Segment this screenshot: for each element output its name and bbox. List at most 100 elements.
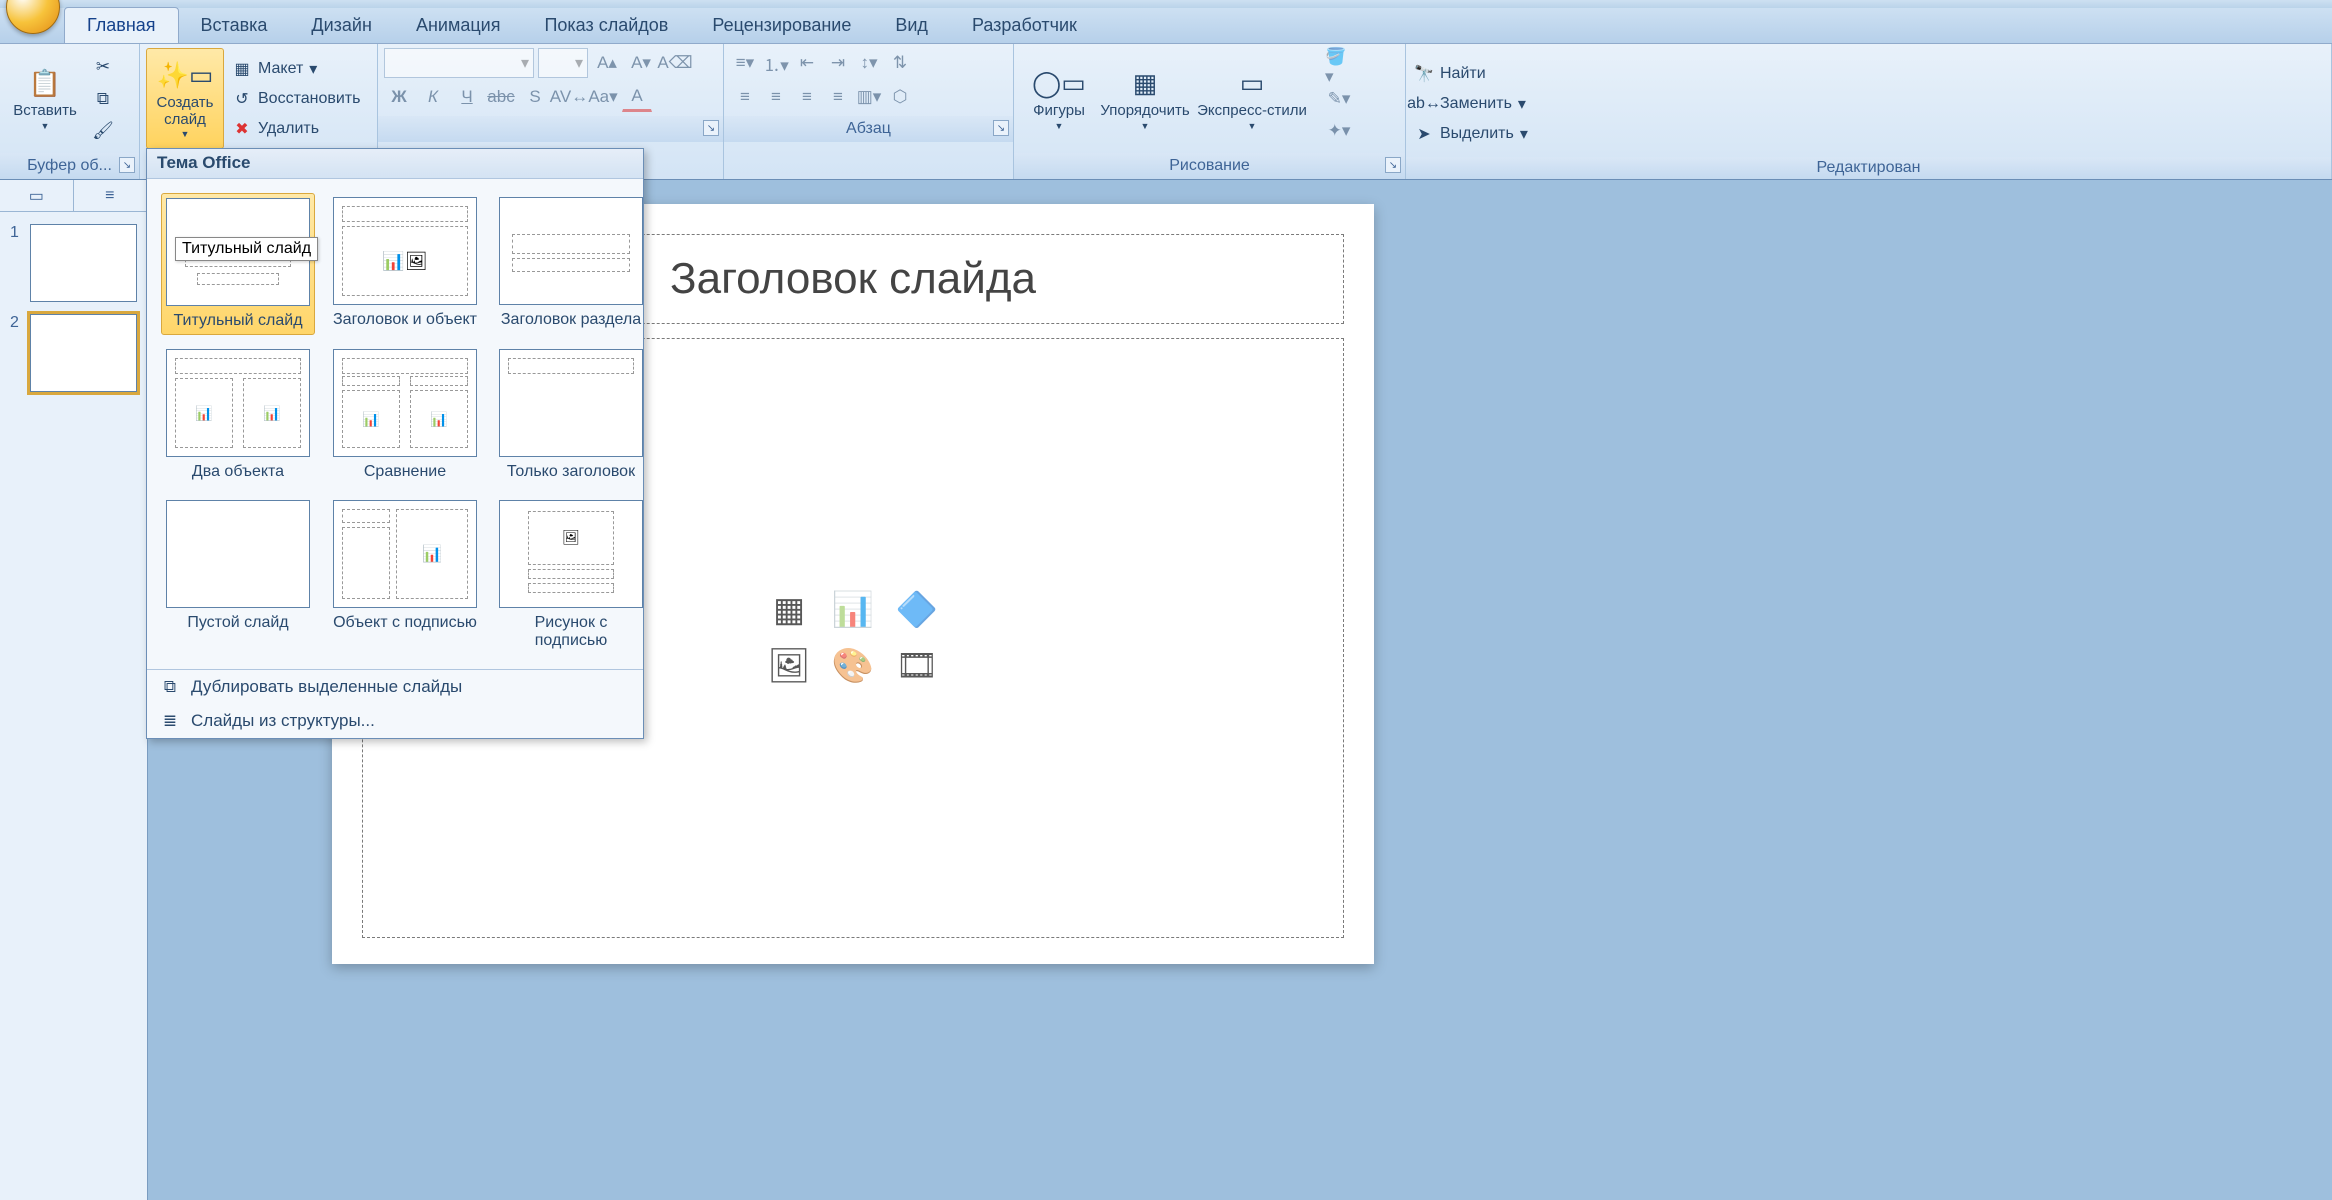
paragraph-launcher[interactable]: ↘ (993, 120, 1009, 136)
smartart-button[interactable]: ⬡ (885, 82, 915, 112)
cursor-icon: ➤ (1414, 124, 1434, 144)
quick-styles-icon: ▭ (1232, 65, 1272, 101)
italic-button[interactable]: К (418, 82, 448, 112)
shapes-icon: ◯▭ (1039, 65, 1079, 101)
shrink-font-button[interactable]: A▾ (626, 48, 656, 78)
shape-fill-button[interactable]: 🪣▾ (1324, 52, 1354, 82)
layout-title-content[interactable]: 📊🖼 Заголовок и объект (329, 193, 481, 335)
binoculars-icon: 🔭 (1414, 64, 1434, 84)
slide-panel: ▭ ≡ 1 2 (0, 180, 148, 1200)
copy-button[interactable]: ⧉ (88, 84, 118, 114)
numbering-button[interactable]: ⒈▾ (761, 48, 791, 78)
slides-tab[interactable]: ▭ (0, 180, 74, 211)
insert-smartart-icon[interactable]: 🔷 (889, 586, 945, 634)
drawing-group-label: Рисование (1169, 157, 1250, 175)
shape-outline-button[interactable]: ✎▾ (1324, 84, 1354, 114)
tab-insert[interactable]: Вставка (179, 8, 290, 43)
layout-blank[interactable]: Пустой слайд (161, 496, 315, 655)
layout-title-slide[interactable]: Титульный слайд Титульный слайд (161, 193, 315, 335)
format-painter-button[interactable]: 🖌 (88, 116, 118, 146)
new-slide-button[interactable]: ✨▭ Создать слайд ▼ (146, 48, 224, 149)
font-launcher[interactable]: ↘ (703, 120, 719, 136)
layout-icon: ▦ (232, 59, 252, 79)
tab-animations[interactable]: Анимация (394, 8, 523, 43)
layout-tooltip: Титульный слайд (175, 237, 318, 261)
layout-picture-caption[interactable]: 🖼 Рисунок с подписью (495, 496, 647, 655)
slide-layout-gallery: Тема Office Титульный слайд Титульный сл… (146, 148, 644, 739)
new-slide-icon: ✨▭ (165, 57, 205, 93)
strike-button[interactable]: abc (486, 82, 516, 112)
font-color-button[interactable]: A (622, 82, 652, 112)
duplicate-icon: ⧉ (159, 676, 181, 698)
insert-table-icon[interactable]: ▦ (761, 586, 817, 634)
tab-view[interactable]: Вид (873, 8, 950, 43)
paragraph-group-label: Абзац (846, 120, 891, 138)
insert-media-icon[interactable]: 🎞 (889, 642, 945, 690)
arrange-icon: ▦ (1125, 65, 1165, 101)
editing-group-label: Редактирован (1816, 159, 1920, 177)
line-spacing-button[interactable]: ↕▾ (854, 48, 884, 78)
paste-label: Вставить (13, 103, 77, 120)
new-slide-label: Создать слайд (147, 95, 223, 128)
tab-review[interactable]: Рецензирование (690, 8, 873, 43)
align-right-button[interactable]: ≡ (792, 82, 822, 112)
change-case-button[interactable]: Aa▾ (588, 82, 618, 112)
content-insert-icons: ▦ 📊 🔷 🖼 🎨 🎞 (761, 586, 945, 690)
copy-icon: ⧉ (97, 89, 109, 109)
tab-developer[interactable]: Разработчик (950, 8, 1099, 43)
layout-button[interactable]: ▦Макет ▾ (228, 55, 364, 83)
slide-thumb-1[interactable]: 1 (10, 224, 137, 302)
underline-button[interactable]: Ч (452, 82, 482, 112)
clipboard-icon: 📋 (25, 65, 65, 101)
bold-button[interactable]: Ж (384, 82, 414, 112)
arrange-button[interactable]: ▦Упорядочить▼ (1106, 48, 1184, 149)
align-center-button[interactable]: ≡ (761, 82, 791, 112)
gallery-header: Тема Office (147, 149, 643, 179)
char-spacing-button[interactable]: AV↔ (554, 82, 584, 112)
reset-icon: ↺ (232, 89, 252, 109)
tab-home[interactable]: Главная (64, 7, 179, 43)
tab-design[interactable]: Дизайн (289, 8, 394, 43)
layout-content-caption[interactable]: 📊 Объект с подписью (329, 496, 481, 655)
layout-section-header[interactable]: Заголовок раздела (495, 193, 647, 335)
slides-from-outline-item[interactable]: ≣Слайды из структуры... (147, 704, 643, 738)
shadow-button[interactable]: S (520, 82, 550, 112)
grow-font-button[interactable]: A▴ (592, 48, 622, 78)
reset-button[interactable]: ↺Восстановить (228, 85, 364, 113)
slide-thumb-2[interactable]: 2 (10, 314, 137, 392)
bullets-button[interactable]: ≡▾ (730, 48, 760, 78)
find-button[interactable]: 🔭Найти (1410, 60, 2327, 88)
tab-slideshow[interactable]: Показ слайдов (522, 8, 690, 43)
indent-increase-button[interactable]: ⇥ (823, 48, 853, 78)
drawing-launcher[interactable]: ↘ (1385, 157, 1401, 173)
replace-button[interactable]: ab↔Заменить ▾ (1410, 90, 2327, 118)
ribbon-tabs: Главная Вставка Дизайн Анимация Показ сл… (0, 8, 2332, 44)
font-family-combo[interactable]: ▾ (384, 48, 534, 78)
shapes-button[interactable]: ◯▭Фигуры▼ (1020, 48, 1098, 149)
quick-styles-button[interactable]: ▭Экспресс-стили▼ (1192, 48, 1312, 149)
indent-decrease-button[interactable]: ⇤ (792, 48, 822, 78)
text-direction-button[interactable]: ⇅ (885, 48, 915, 78)
layout-comparison[interactable]: 📊 📊 Сравнение (329, 345, 481, 485)
brush-icon: 🖌 (92, 121, 114, 141)
layout-two-content[interactable]: 📊 📊 Два объекта (161, 345, 315, 485)
cut-button[interactable]: ✂ (88, 52, 118, 82)
columns-button[interactable]: ▥▾ (854, 82, 884, 112)
paste-button[interactable]: 📋 Вставить ▼ (6, 48, 84, 149)
insert-clipart-icon[interactable]: 🎨 (825, 642, 881, 690)
font-size-combo[interactable]: ▾ (538, 48, 588, 78)
insert-picture-icon[interactable]: 🖼 (761, 642, 817, 690)
clear-format-button[interactable]: A⌫ (660, 48, 690, 78)
shape-effects-button[interactable]: ✦▾ (1324, 116, 1354, 146)
insert-chart-icon[interactable]: 📊 (825, 586, 881, 634)
delete-slide-button[interactable]: ✖Удалить (228, 115, 364, 143)
delete-icon: ✖ (232, 119, 252, 139)
scissors-icon: ✂ (96, 57, 110, 77)
align-left-button[interactable]: ≡ (730, 82, 760, 112)
duplicate-slides-item[interactable]: ⧉Дублировать выделенные слайды (147, 670, 643, 704)
clipboard-launcher[interactable]: ↘ (119, 157, 135, 173)
align-justify-button[interactable]: ≡ (823, 82, 853, 112)
outline-tab[interactable]: ≡ (74, 180, 148, 211)
layout-title-only[interactable]: Только заголовок (495, 345, 647, 485)
select-button[interactable]: ➤Выделить ▾ (1410, 120, 2327, 148)
